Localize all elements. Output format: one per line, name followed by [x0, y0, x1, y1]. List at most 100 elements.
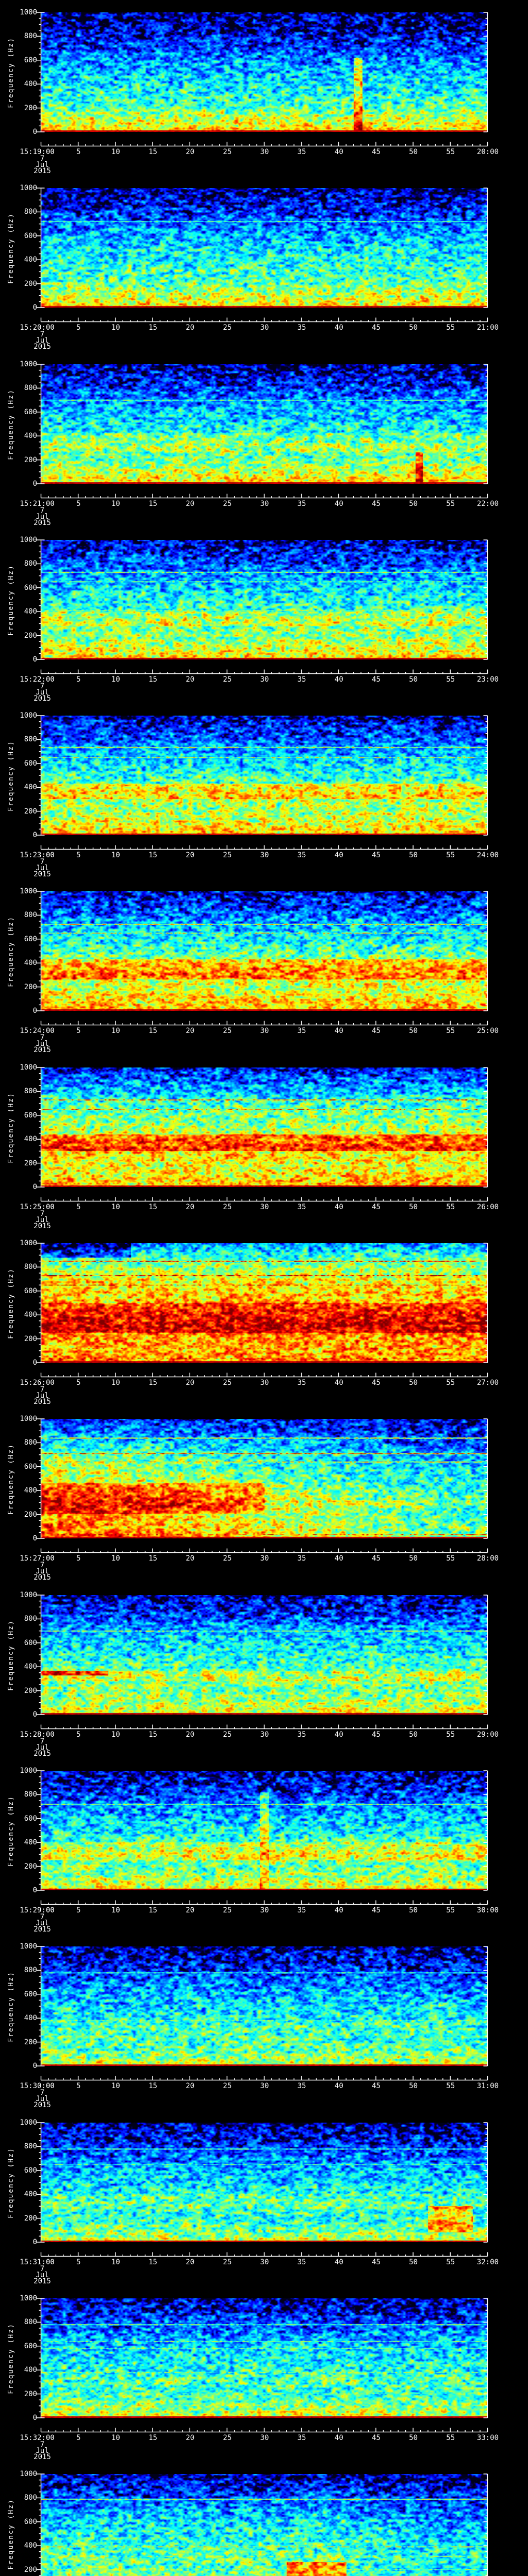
x-minute-label: 30	[260, 324, 269, 332]
x-minute-label: 25	[223, 675, 232, 684]
axis-ticks	[37, 891, 488, 1026]
x-minute-label: 45	[372, 2434, 381, 2442]
x-minute-label: 20	[186, 2434, 195, 2442]
x-minute-label: 40	[334, 2258, 343, 2266]
x-minute-label: 45	[372, 1027, 381, 1035]
x-minute-label: 20	[186, 500, 195, 508]
date-year-label: 2015	[34, 1398, 51, 1406]
x-minute-label: 15	[148, 1379, 157, 1387]
x-minute-label: 15	[148, 851, 157, 859]
axis-ticks	[37, 12, 488, 147]
x-minute-label: 5	[76, 148, 81, 156]
axis-ticks	[37, 188, 488, 323]
x-minute-label: 45	[372, 1554, 381, 1563]
x-end-time-label: 28:00	[476, 1554, 499, 1563]
x-minute-label: 40	[334, 1906, 343, 1914]
spectrogram-panel-4: Frequency (Hz) 1000 800 600 400 200 0 15:22:00 5…	[0, 528, 528, 704]
axis-ticks	[37, 2298, 488, 2433]
axis-ticks	[37, 2473, 488, 2576]
x-minute-label: 30	[260, 1554, 269, 1563]
x-minute-label: 25	[223, 1203, 232, 1211]
spectrogram-panel-13: Frequency (Hz) 1000 800 600 400 200 0 15:31:00 5…	[0, 2110, 528, 2286]
date-year-label: 2015	[34, 2277, 51, 2285]
x-minute-label: 50	[409, 1906, 418, 1914]
x-minute-label: 40	[334, 1027, 343, 1035]
x-minute-label: 15	[148, 1027, 157, 1035]
axis-ticks	[37, 1946, 488, 2081]
x-minute-label: 10	[111, 2434, 120, 2442]
spectrogram-panel-1: Frequency (Hz) 1000 800 600 400 200 0 15:19:00 5…	[0, 0, 528, 176]
x-minute-label: 30	[260, 851, 269, 859]
x-end-time-label: 30:00	[476, 1906, 499, 1914]
x-minute-label: 25	[223, 2258, 232, 2266]
x-minute-label: 55	[446, 500, 455, 508]
spectrogram-panel-15: Frequency (Hz)1000800600400200015:33:005…	[0, 2462, 528, 2576]
x-end-time-label: 23:00	[476, 675, 499, 684]
x-minute-label: 40	[334, 2082, 343, 2090]
x-start-time-label: 15:29:00	[20, 1906, 55, 1914]
x-minute-label: 5	[76, 2258, 81, 2266]
x-minute-label: 45	[372, 1906, 381, 1914]
x-minute-label: 25	[223, 324, 232, 332]
x-minute-label: 50	[409, 851, 418, 859]
x-minute-label: 40	[334, 1203, 343, 1211]
x-end-time-label: 32:00	[476, 2258, 499, 2266]
x-minute-label: 15	[148, 2082, 157, 2090]
x-minute-label: 45	[372, 324, 381, 332]
x-minute-label: 35	[297, 1906, 306, 1914]
x-minute-label: 40	[334, 1554, 343, 1563]
x-start-time-label: 15:24:00	[20, 1027, 55, 1035]
x-minute-label: 40	[334, 1379, 343, 1387]
x-minute-label: 35	[297, 851, 306, 859]
x-minute-label: 35	[297, 1554, 306, 1563]
x-minute-label: 40	[334, 324, 343, 332]
x-end-time-label: 22:00	[476, 500, 499, 508]
x-minute-label: 35	[297, 2434, 306, 2442]
x-minute-label: 10	[111, 1554, 120, 1563]
date-year-label: 2015	[34, 2101, 51, 2109]
x-minute-label: 20	[186, 1027, 195, 1035]
x-minute-label: 5	[76, 2082, 81, 2090]
date-year-label: 2015	[34, 1046, 51, 1054]
x-minute-label: 25	[223, 1906, 232, 1914]
x-start-time-label: 15:26:00	[20, 1379, 55, 1387]
x-minute-label: 50	[409, 2258, 418, 2266]
spectrogram-panel-5: Frequency (Hz) 1000 800 600 400 200 0 15:23:00 5…	[0, 703, 528, 879]
x-minute-label: 25	[223, 1554, 232, 1563]
spectrogram-panel-2: Frequency (Hz) 1000 800 600 400 200 0 15:20:00 5…	[0, 176, 528, 352]
x-minute-label: 15	[148, 1203, 157, 1211]
x-minute-label: 10	[111, 675, 120, 684]
spectrogram-figure: Frequency (Hz) 1000 800 600 400 200 0 15:19:00 5…	[0, 0, 528, 2576]
x-minute-label: 35	[297, 1379, 306, 1387]
x-minute-label: 45	[372, 1203, 381, 1211]
x-minute-label: 55	[446, 1906, 455, 1914]
spectrogram-panel-8: Frequency (Hz) 1000 800 600 400 200 0 15:26:00 5…	[0, 1231, 528, 1407]
x-minute-label: 55	[446, 2258, 455, 2266]
x-minute-label: 20	[186, 675, 195, 684]
date-year-label: 2015	[34, 694, 51, 703]
x-minute-label: 5	[76, 675, 81, 684]
x-minute-label: 5	[76, 851, 81, 859]
x-minute-label: 15	[148, 1731, 157, 1739]
x-start-time-label: 15:30:00	[20, 2082, 55, 2090]
date-year-label: 2015	[34, 1573, 51, 1582]
x-minute-label: 45	[372, 148, 381, 156]
x-minute-label: 5	[76, 1203, 81, 1211]
x-minute-label: 15	[148, 2434, 157, 2442]
x-minute-label: 20	[186, 324, 195, 332]
x-start-time-label: 15:31:00	[20, 2258, 55, 2266]
x-end-time-label: 24:00	[476, 851, 499, 859]
x-end-time-label: 25:00	[476, 1027, 499, 1035]
x-minute-label: 15	[148, 500, 157, 508]
x-minute-label: 25	[223, 851, 232, 859]
date-year-label: 2015	[34, 1925, 51, 1934]
axis-ticks	[37, 1770, 488, 1905]
x-minute-label: 5	[76, 1731, 81, 1739]
x-minute-label: 10	[111, 1379, 120, 1387]
x-minute-label: 15	[148, 1554, 157, 1563]
x-minute-label: 35	[297, 148, 306, 156]
x-minute-label: 15	[148, 1906, 157, 1914]
x-minute-label: 40	[334, 500, 343, 508]
x-end-time-label: 29:00	[476, 1731, 499, 1739]
x-start-time-label: 15:25:00	[20, 1203, 55, 1211]
